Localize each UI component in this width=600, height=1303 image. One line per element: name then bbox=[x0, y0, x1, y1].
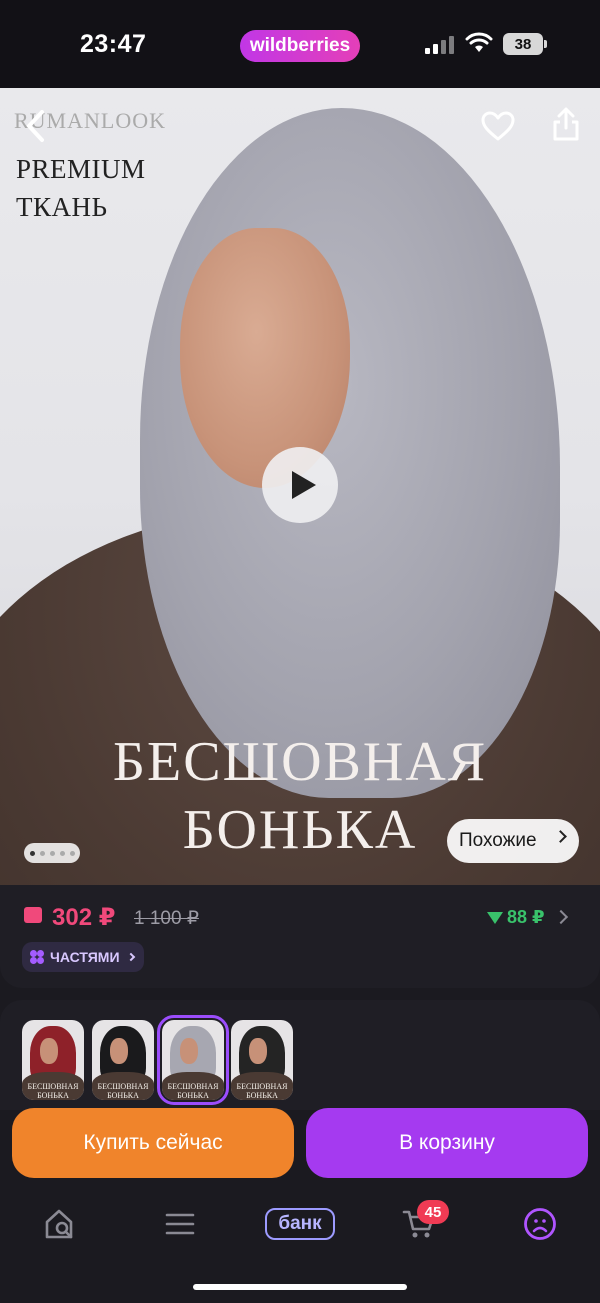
profile-icon bbox=[524, 1208, 556, 1240]
similar-label: Похожие bbox=[459, 830, 537, 851]
cart-count-badge: 45 bbox=[417, 1200, 449, 1224]
play-video-button[interactable] bbox=[262, 447, 338, 523]
photo-hijab bbox=[140, 108, 560, 798]
tab-catalog[interactable] bbox=[155, 1204, 205, 1244]
variant-thumb[interactable]: БЕСШОВНАЯ БОНЬКА bbox=[231, 1020, 293, 1100]
price-card: 302 ₽ 1 100 ₽ 88 ₽ ЧАСТЯМИ bbox=[0, 885, 600, 988]
share-icon bbox=[553, 107, 579, 141]
photo-face bbox=[180, 228, 350, 488]
wallet-icon bbox=[24, 907, 42, 923]
points-value[interactable]: 88 ₽ bbox=[487, 907, 545, 928]
pager-dot bbox=[49, 850, 55, 856]
pager-dot bbox=[29, 850, 35, 856]
variant-face bbox=[110, 1038, 128, 1064]
installments-button[interactable]: ЧАСТЯМИ bbox=[22, 942, 144, 972]
color-variants: БЕСШОВНАЯ БОНЬКА БЕСШОВНАЯ БОНЬКА БЕСШОВ… bbox=[0, 1000, 600, 1110]
variant-caption: БЕСШОВНАЯ БОНЬКА bbox=[97, 1082, 149, 1100]
variant-caption: БЕСШОВНАЯ БОНЬКА bbox=[27, 1082, 79, 1100]
pager-dot bbox=[69, 850, 75, 856]
old-price: 1 100 ₽ bbox=[134, 908, 199, 929]
tab-bank[interactable]: банк bbox=[265, 1208, 335, 1240]
tab-profile[interactable] bbox=[515, 1204, 565, 1244]
variant-face bbox=[180, 1038, 198, 1064]
buy-now-button[interactable]: Купить сейчас bbox=[12, 1108, 294, 1178]
variant-face bbox=[40, 1038, 58, 1064]
chevron-right-icon bbox=[126, 952, 135, 962]
menu-icon bbox=[165, 1213, 195, 1235]
variant-thumb[interactable]: БЕСШОВНАЯ БОНЬКА bbox=[22, 1020, 84, 1100]
similar-button[interactable]: Похожие bbox=[447, 819, 579, 863]
chevron-right-icon bbox=[554, 830, 567, 843]
pager-dot bbox=[39, 850, 45, 856]
pager-dot bbox=[59, 850, 65, 856]
variant-face bbox=[249, 1038, 267, 1064]
share-button[interactable] bbox=[546, 104, 586, 144]
chevron-left-icon bbox=[27, 110, 44, 142]
favorite-button[interactable] bbox=[478, 106, 518, 146]
app-screen: 23:47 wildberries 38 RUMANLOOK PREMIUM Т… bbox=[0, 0, 600, 1303]
premium-caption: PREMIUM ТКАНЬ bbox=[16, 154, 146, 222]
status-bar: 23:47 wildberries 38 bbox=[0, 0, 600, 88]
bottom-tab-bar: банк 45 bbox=[0, 1180, 600, 1303]
gallery-pager bbox=[24, 843, 80, 863]
current-price: 302 ₽ bbox=[52, 904, 116, 931]
add-to-cart-button[interactable]: В корзину bbox=[306, 1108, 588, 1178]
variant-caption: БЕСШОВНАЯ БОНЬКА bbox=[236, 1082, 288, 1100]
battery-indicator: 38 bbox=[503, 33, 547, 55]
clover-icon bbox=[30, 950, 44, 964]
installments-label: ЧАСТЯМИ bbox=[50, 949, 120, 965]
status-time: 23:47 bbox=[80, 30, 147, 58]
home-search-icon bbox=[45, 1209, 73, 1239]
variant-thumb[interactable]: БЕСШОВНАЯ БОНЬКА bbox=[92, 1020, 154, 1100]
wifi-icon bbox=[465, 32, 493, 52]
variant-thumb-selected[interactable]: БЕСШОВНАЯ БОНЬКА bbox=[157, 1015, 229, 1105]
heart-icon bbox=[481, 111, 515, 141]
chevron-right-icon[interactable] bbox=[553, 909, 569, 925]
product-image[interactable]: RUMANLOOK PREMIUM ТКАНЬ БЕСШОВНАЯ БОНЬКА bbox=[0, 88, 600, 885]
variant-caption: БЕСШОВНАЯ БОНЬКА bbox=[167, 1082, 219, 1100]
cellular-signal-icon bbox=[425, 36, 455, 54]
brand-pill: wildberries bbox=[240, 30, 360, 62]
home-indicator[interactable] bbox=[193, 1284, 407, 1290]
back-button[interactable] bbox=[16, 106, 56, 146]
tab-home[interactable] bbox=[35, 1204, 85, 1244]
